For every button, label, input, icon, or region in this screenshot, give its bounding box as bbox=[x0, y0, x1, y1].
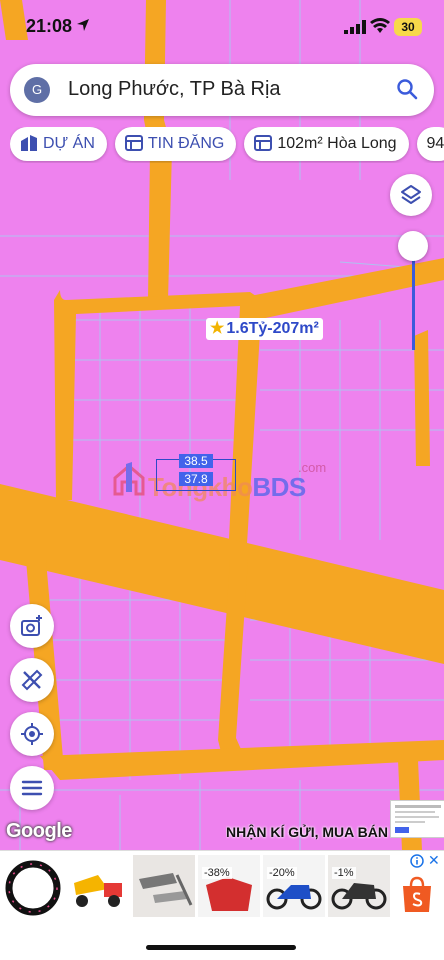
camera-plus-button[interactable] bbox=[10, 604, 54, 648]
motorbike-icon bbox=[263, 855, 325, 917]
calendar-icon bbox=[254, 135, 273, 151]
listing-thumbnail[interactable] bbox=[390, 800, 444, 838]
chip-label: 94 bbox=[426, 135, 444, 152]
ad-product-ring-light[interactable] bbox=[2, 855, 64, 917]
house-logo-icon bbox=[113, 462, 145, 496]
star-icon: ★ bbox=[210, 320, 225, 337]
dimension-bottom: 37.8 bbox=[179, 472, 213, 486]
camera-plus-icon bbox=[21, 615, 42, 636]
search-query[interactable]: Long Phước, TP Bà Rịa bbox=[68, 78, 281, 101]
discount-badge: -20% bbox=[267, 867, 297, 879]
account-avatar[interactable]: G bbox=[24, 77, 50, 103]
building-icon bbox=[21, 135, 37, 151]
menu-button[interactable] bbox=[10, 766, 54, 810]
ad-close-icon[interactable]: ✕ bbox=[428, 852, 440, 869]
google-logo: Google bbox=[6, 820, 72, 842]
ad-product-red-part[interactable]: -38% bbox=[198, 855, 260, 917]
location-arrow-icon bbox=[77, 19, 89, 31]
parcel-dimension-box[interactable]: 38.5 37.8 bbox=[156, 454, 236, 491]
layers-icon bbox=[401, 185, 421, 204]
ring-light-icon bbox=[2, 855, 64, 917]
shopee-bag-icon[interactable] bbox=[400, 876, 434, 914]
home-indicator[interactable] bbox=[146, 945, 296, 950]
search-icon[interactable] bbox=[396, 78, 418, 100]
toy-truck-icon bbox=[68, 855, 130, 917]
status-bar: 21:08 30 bbox=[0, 0, 444, 56]
ad-product-motorbike-blue[interactable]: -20% bbox=[263, 855, 325, 917]
ad-product-motorbike-black[interactable]: -1% bbox=[328, 855, 390, 917]
crosshair-icon bbox=[21, 723, 43, 745]
motor-part-icon bbox=[198, 855, 260, 917]
opacity-slider-thumb[interactable] bbox=[398, 231, 428, 261]
status-time: 21:08 bbox=[26, 16, 73, 36]
dimension-top: 38.5 bbox=[179, 454, 213, 468]
document-thumbnail-icon bbox=[395, 805, 441, 833]
ad-info-icon[interactable] bbox=[410, 854, 424, 868]
layers-button[interactable] bbox=[390, 174, 432, 216]
cellular-signal-icon bbox=[344, 20, 366, 34]
ad-banner[interactable]: -38% -20% -1% bbox=[0, 850, 444, 923]
my-location-button[interactable] bbox=[10, 712, 54, 756]
search-bar[interactable]: G Long Phước, TP Bà Rịa bbox=[10, 64, 434, 116]
wifi-icon bbox=[370, 18, 390, 33]
ad-product-toy-truck[interactable] bbox=[68, 855, 130, 917]
chip-more[interactable]: 94 bbox=[416, 127, 444, 161]
filter-chips: DỰ ÁN TIN ĐĂNG 102m² Hòa Long 94 bbox=[10, 127, 444, 163]
hamburger-icon bbox=[21, 780, 43, 796]
home-bar-area bbox=[0, 922, 444, 960]
discount-badge: -38% bbox=[202, 867, 232, 879]
chip-label: DỰ ÁN bbox=[43, 135, 95, 152]
chip-recent-search[interactable]: 102m² Hòa Long bbox=[244, 127, 409, 161]
chip-tin-dang[interactable]: TIN ĐĂNG bbox=[114, 127, 237, 161]
chip-label: 102m² Hòa Long bbox=[277, 135, 397, 152]
motorbike-icon bbox=[328, 855, 390, 917]
measure-tool-button[interactable] bbox=[10, 658, 54, 702]
battery-indicator: 30 bbox=[394, 18, 422, 36]
listing-price-label[interactable]: ★ 1.6Tỷ-207m² bbox=[206, 318, 323, 340]
discount-badge: -1% bbox=[332, 867, 356, 879]
chip-du-an[interactable]: DỰ ÁN bbox=[10, 127, 107, 161]
exhaust-pipe-icon bbox=[133, 855, 195, 917]
ruler-pencil-icon bbox=[21, 669, 43, 691]
price-text: 1.6Tỷ-207m² bbox=[226, 320, 319, 337]
watermark-suffix: .com bbox=[298, 460, 327, 475]
calendar-icon bbox=[124, 135, 143, 151]
chip-label: TIN ĐĂNG bbox=[147, 135, 225, 152]
ad-product-exhaust[interactable] bbox=[133, 855, 195, 917]
